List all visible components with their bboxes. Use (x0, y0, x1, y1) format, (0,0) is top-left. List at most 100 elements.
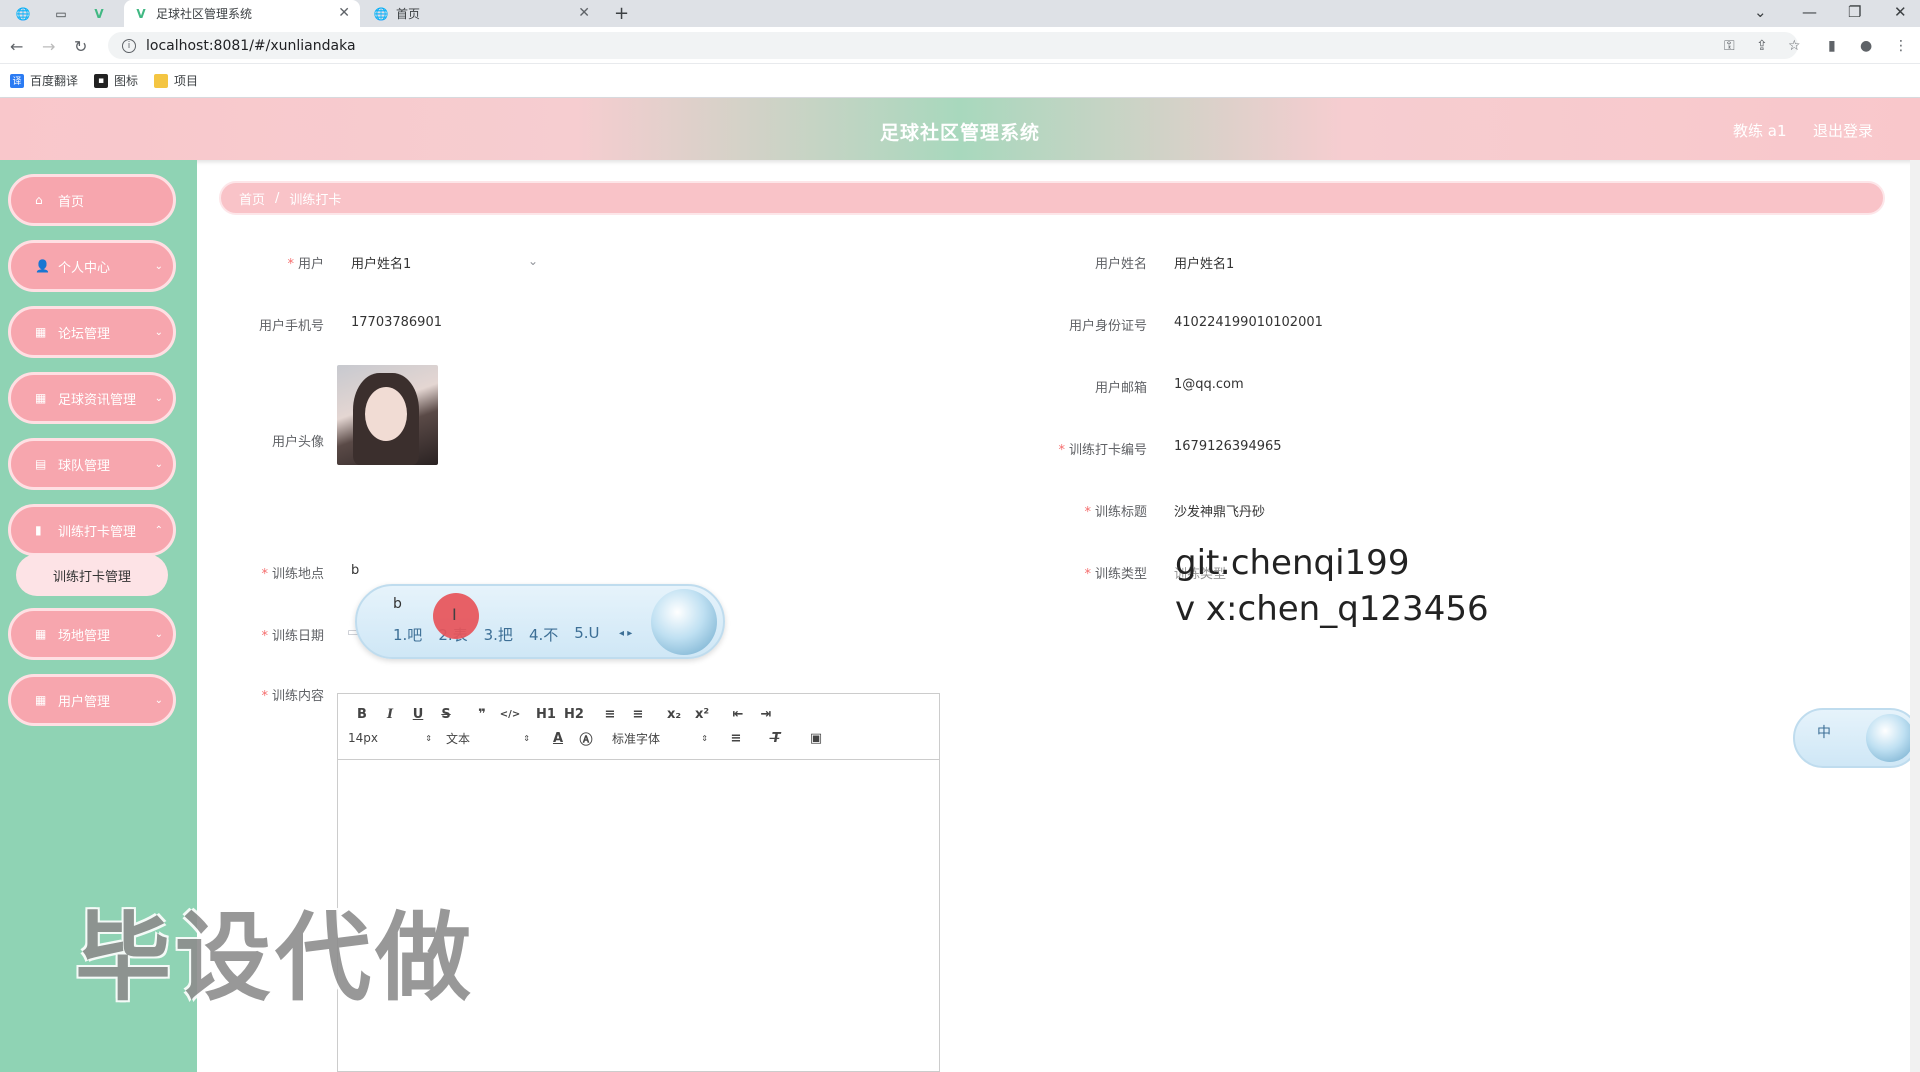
clear-format-icon[interactable]: T̶ (762, 731, 790, 746)
app-header: 足球社区管理系统 教练 a1 退出登录 (0, 98, 1920, 160)
background-color-icon[interactable]: Ⓐ (572, 729, 600, 748)
minimize-icon[interactable]: — (1802, 3, 1817, 21)
forward-icon[interactable]: → (42, 37, 55, 56)
indent-button[interactable]: ⇥ (752, 707, 780, 722)
ime-status-widget[interactable]: 中 (1793, 708, 1920, 768)
chevron-down-icon[interactable]: ⌄ (528, 254, 538, 268)
code-block-button[interactable]: </> (496, 709, 524, 720)
tab-pinned-1[interactable]: 🌐 (6, 0, 42, 27)
bullet-list-button[interactable]: ≡ (624, 707, 652, 722)
new-tab-button[interactable]: + (614, 0, 640, 27)
close-window-icon[interactable]: ✕ (1894, 3, 1907, 21)
tab-search-icon[interactable]: ⌄ (1754, 3, 1767, 21)
breadcrumb: 首页 / 训练打卡 (219, 181, 1885, 215)
subscript-button[interactable]: x₂ (660, 707, 688, 722)
font-color-icon[interactable]: A (544, 731, 572, 746)
ime-page-arrows-icon[interactable]: ◂ ▸ (619, 628, 632, 639)
bookmark-star-icon[interactable]: ☆ (1788, 38, 1801, 54)
tab-title: 足球社区管理系统 (156, 7, 253, 21)
close-tab-icon[interactable]: ✕ (578, 5, 590, 21)
grid-icon: ▦ (35, 391, 47, 405)
browser-tab-strip: 🌐 ▭ V V 足球社区管理系统 ✕ 🌐 首页 ✕ + ⌄ — ❐ ✕ (0, 0, 1920, 27)
globe-icon: 🌐 (15, 6, 31, 21)
bookmark-item[interactable]: 项目 (154, 72, 198, 89)
sidepanel-icon[interactable]: ▮ (1828, 38, 1836, 54)
bold-button[interactable]: B (348, 707, 376, 722)
bookmark-item[interactable]: ▪ 图标 (94, 72, 138, 89)
chevron-down-icon: ⌄ (154, 458, 163, 470)
user-name-value: 用户姓名1 (1174, 257, 1235, 272)
profile-icon[interactable]: ● (1860, 38, 1872, 54)
chevron-down-icon: ⌄ (154, 628, 163, 640)
ibeam-cursor-icon: I (452, 605, 457, 624)
heading-select[interactable]: 文本 ⇕ (446, 730, 530, 747)
sidebar-item-news[interactable]: ▦ 足球资讯管理 ⌄ (8, 372, 176, 424)
globe-icon: 🌐 (373, 6, 389, 21)
editor-toolbar: B I U S ❞ </> H1 H2 ≡ ≡ x₂ x² ⇤ ⇥ 14px ⇕ … (338, 694, 939, 760)
page-icon: ▭ (55, 6, 67, 21)
content-label: * 训练内容 (261, 689, 324, 704)
share-icon[interactable]: ⇪ (1756, 38, 1768, 54)
outdent-button[interactable]: ⇤ (724, 707, 752, 722)
align-icon[interactable]: ≡ (722, 731, 750, 746)
font-family-select[interactable]: 标准字体 ⇕ (612, 730, 708, 747)
sidebar-item-profile[interactable]: 👤 个人中心 ⌄ (8, 240, 176, 292)
tab-active[interactable]: V 足球社区管理系统 ✕ (124, 0, 360, 27)
menu-kebab-icon[interactable]: ⋮ (1894, 38, 1908, 54)
back-icon[interactable]: ← (10, 37, 23, 56)
key-icon[interactable]: ⚿ (1724, 38, 1735, 54)
font-size-select[interactable]: 14px ⇕ (348, 731, 432, 745)
overlay-line-1: git:chenqi199 (1175, 543, 1410, 583)
ime-candidate[interactable]: 4.不 (529, 624, 558, 645)
close-tab-icon[interactable]: ✕ (338, 5, 350, 21)
bookmark-item[interactable]: 译百度翻译 (10, 72, 78, 89)
italic-button[interactable]: I (376, 707, 404, 722)
blockquote-button[interactable]: ❞ (468, 707, 496, 722)
breadcrumb-home[interactable]: 首页 (239, 189, 265, 208)
info-icon[interactable]: i (122, 38, 136, 53)
tab-pinned-3[interactable]: V (82, 0, 118, 27)
logout-link[interactable]: 退出登录 (1813, 120, 1873, 141)
sidebar-item-checkin[interactable]: ▮ 训练打卡管理 ⌃ (8, 504, 176, 556)
home-icon: ⌂ (35, 193, 43, 207)
ime-candidate[interactable]: 1.吧 (393, 624, 422, 645)
url-field[interactable]: i localhost:8081/#/xunliandaka (108, 32, 1798, 59)
breadcrumb-separator: / (275, 190, 280, 206)
superscript-button[interactable]: x² (688, 707, 716, 722)
underline-button[interactable]: U (404, 707, 432, 722)
restore-icon[interactable]: ❐ (1848, 3, 1861, 21)
sidebar-item-home[interactable]: ⌂ 首页 (8, 174, 176, 226)
ordered-list-button[interactable]: ≡ (596, 707, 624, 722)
bookmarks-bar: 译百度翻译 ▪ 图标 项目 (0, 64, 1920, 98)
title-value[interactable]: 沙发神鼎飞丹砂 (1174, 501, 1265, 520)
folder-icon (154, 73, 169, 88)
checkin-no-value: 1679126394965 (1174, 439, 1282, 454)
user-select[interactable]: 用户姓名1 (351, 253, 541, 272)
tab-title: 首页 (396, 7, 421, 21)
h1-button[interactable]: H1 (532, 707, 560, 722)
image-icon: ▪ (94, 73, 109, 88)
location-input[interactable]: b (351, 563, 359, 578)
mouse-cursor-highlight: I (433, 593, 479, 639)
tab-pinned-2[interactable]: ▭ (44, 0, 80, 27)
image-icon[interactable]: ▣ (802, 731, 830, 746)
chevron-down-icon: ⌄ (154, 694, 163, 706)
updown-icon: ⇕ (523, 733, 530, 743)
page-scrollbar[interactable] (1910, 160, 1920, 1072)
sidebar-item-venue[interactable]: ▦ 场地管理 ⌄ (8, 608, 176, 660)
tab-home[interactable]: 🌐 首页 ✕ (364, 0, 600, 27)
ime-decoration-icon (1866, 714, 1914, 762)
ime-candidate[interactable]: 5.U (574, 624, 599, 645)
sidebar-item-users[interactable]: ▦ 用户管理 ⌄ (8, 674, 176, 726)
updown-icon: ⇕ (701, 733, 708, 743)
ime-candidate[interactable]: 3.把 (484, 624, 513, 645)
strike-button[interactable]: S (432, 707, 460, 722)
updown-icon: ⇕ (425, 733, 432, 743)
email-value: 1@qq.com (1174, 377, 1244, 392)
sidebar-item-team[interactable]: ▤ 球队管理 ⌄ (8, 438, 176, 490)
h2-button[interactable]: H2 (560, 707, 588, 722)
grid-icon: ▦ (35, 325, 47, 339)
reload-icon[interactable]: ↻ (74, 37, 87, 56)
submenu-item-checkin[interactable]: 训练打卡管理 (16, 554, 168, 596)
sidebar-item-forum[interactable]: ▦ 论坛管理 ⌄ (8, 306, 176, 358)
